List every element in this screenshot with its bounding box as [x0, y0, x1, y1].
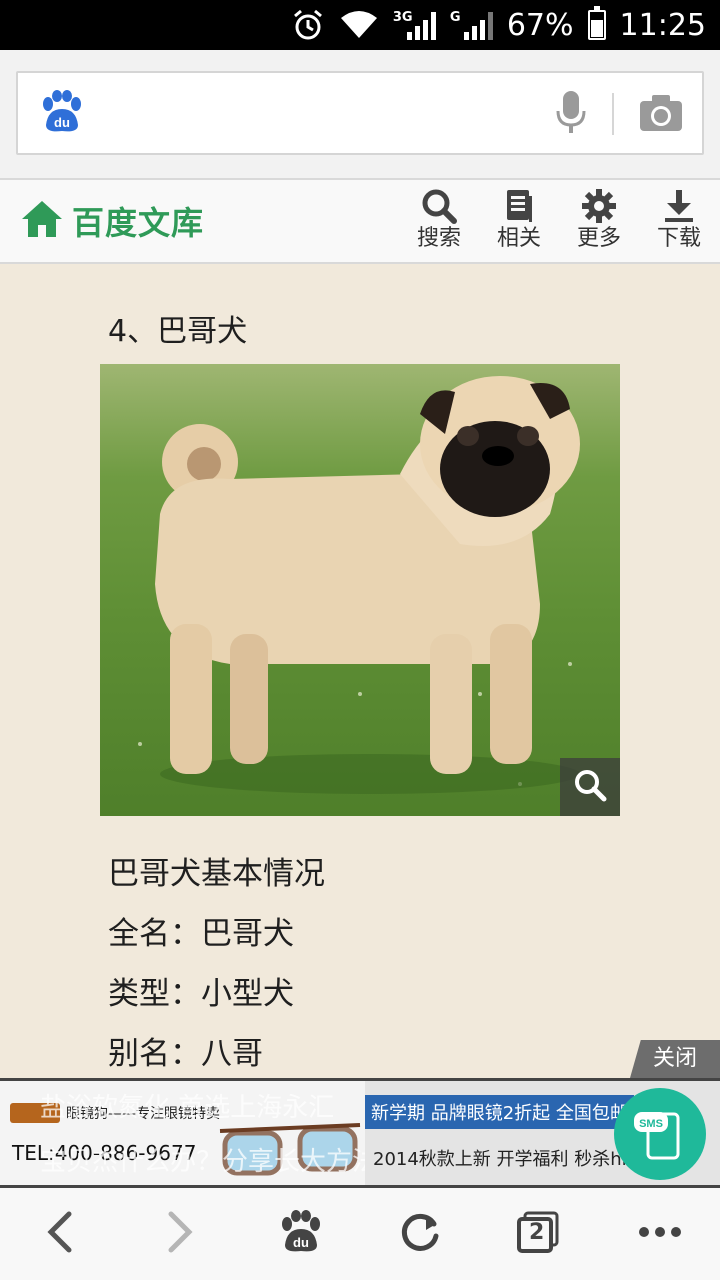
- svg-text:du: du: [293, 1235, 309, 1250]
- signal-3g-icon: 3G: [393, 10, 436, 40]
- toolbar-more-label: 更多: [576, 226, 621, 251]
- camera-icon[interactable]: [638, 93, 684, 137]
- network-3g-label: 3G: [392, 10, 413, 25]
- baidu-home-button[interactable]: du: [270, 1202, 330, 1262]
- ad-close-button[interactable]: 关闭: [630, 1040, 720, 1078]
- search-icon: [573, 768, 607, 806]
- alarm-icon: [291, 8, 325, 42]
- zoom-image-button[interactable]: [560, 758, 620, 816]
- paragraph-overview: 巴哥犬基本情况: [108, 856, 325, 892]
- toolbar-more-button[interactable]: 更多: [564, 186, 634, 258]
- chevron-right-icon: [168, 1211, 193, 1253]
- back-button[interactable]: [30, 1202, 90, 1262]
- document-icon: [484, 186, 554, 226]
- paragraph-alias: 别名：八哥: [108, 1036, 263, 1072]
- battery-percent: 67%: [506, 7, 574, 43]
- sms-floating-button[interactable]: SMS: [614, 1088, 706, 1180]
- battery-icon: [587, 6, 606, 40]
- baidu-paw-logo-icon[interactable]: du: [38, 89, 84, 135]
- microphone-icon[interactable]: [554, 89, 588, 139]
- search-icon: [404, 186, 474, 226]
- forward-button[interactable]: [150, 1202, 210, 1262]
- wenku-toolbar: 百度文库 搜索 相关 更多 下载: [0, 178, 720, 264]
- wenku-home-link[interactable]: 百度文库: [20, 198, 204, 244]
- network-g-label: G: [449, 10, 461, 25]
- browser-bottom-nav: du 2: [0, 1188, 720, 1280]
- baidu-paw-icon: du: [282, 1210, 320, 1252]
- refresh-icon: [401, 1213, 439, 1251]
- search-input[interactable]: du: [16, 71, 704, 155]
- paragraph-fullname: 全名：巴哥犬: [108, 916, 294, 952]
- menu-button[interactable]: [630, 1202, 690, 1262]
- paragraph-type: 类型：小型犬: [108, 976, 294, 1012]
- home-icon: [20, 199, 64, 243]
- ad-banner[interactable]: 眼镜狗——专注眼镜特卖 TEL:400-886-9677 盐浴软氮化 首选上海永…: [0, 1078, 720, 1188]
- clock: 11:25: [619, 7, 706, 43]
- section-heading: 4、巴哥犬: [108, 314, 248, 349]
- ad-promo-line1: 新学期 品牌眼镜2折起 全国包邮: [365, 1095, 634, 1129]
- more-dots-icon: [639, 1227, 681, 1237]
- download-icon: [644, 186, 714, 226]
- toolbar-search-button[interactable]: 搜索: [404, 186, 474, 258]
- tabs-count: 2: [529, 1220, 545, 1245]
- search-divider: [612, 93, 614, 135]
- wifi-icon: [339, 10, 379, 40]
- sms-label: SMS: [639, 1118, 663, 1130]
- ad-promo-line2: 2014秋款上新 开学福利 秒杀hi: [373, 1149, 627, 1170]
- refresh-button[interactable]: [390, 1202, 450, 1262]
- toolbar-search-label: 搜索: [416, 226, 461, 251]
- ad-left-panel: 眼镜狗——专注眼镜特卖 TEL:400-886-9677 盐浴软氮化 首选上海永…: [0, 1081, 378, 1185]
- toolbar-download-label: 下载: [656, 226, 701, 251]
- toolbar-download-button[interactable]: 下载: [644, 186, 714, 258]
- browser-search-area: du: [0, 50, 720, 178]
- status-bar: 3G G 67% 11:25: [0, 0, 720, 50]
- toolbar-related-label: 相关: [496, 226, 541, 251]
- pug-photo[interactable]: [100, 364, 620, 816]
- tabs-button[interactable]: 2: [508, 1202, 568, 1262]
- gear-icon: [564, 186, 634, 226]
- svg-text:du: du: [54, 115, 70, 130]
- sms-phone-icon: SMS: [634, 1112, 680, 1160]
- ad-overlay-bottom-text: 宝贝杰什么办？分享长大方法: [40, 1147, 379, 1177]
- brand-title: 百度文库: [72, 204, 205, 242]
- ad-overlay-top-text: 盐浴软氮化 首选上海永汇: [40, 1093, 335, 1123]
- signal-g-icon: G: [450, 10, 493, 40]
- chevron-left-icon: [47, 1211, 72, 1253]
- toolbar-related-button[interactable]: 相关: [484, 186, 554, 258]
- document-content: 4、巴哥犬 巴哥犬基本情况 全名：巴哥犬 类型：小型犬 别名：八哥: [0, 264, 720, 1080]
